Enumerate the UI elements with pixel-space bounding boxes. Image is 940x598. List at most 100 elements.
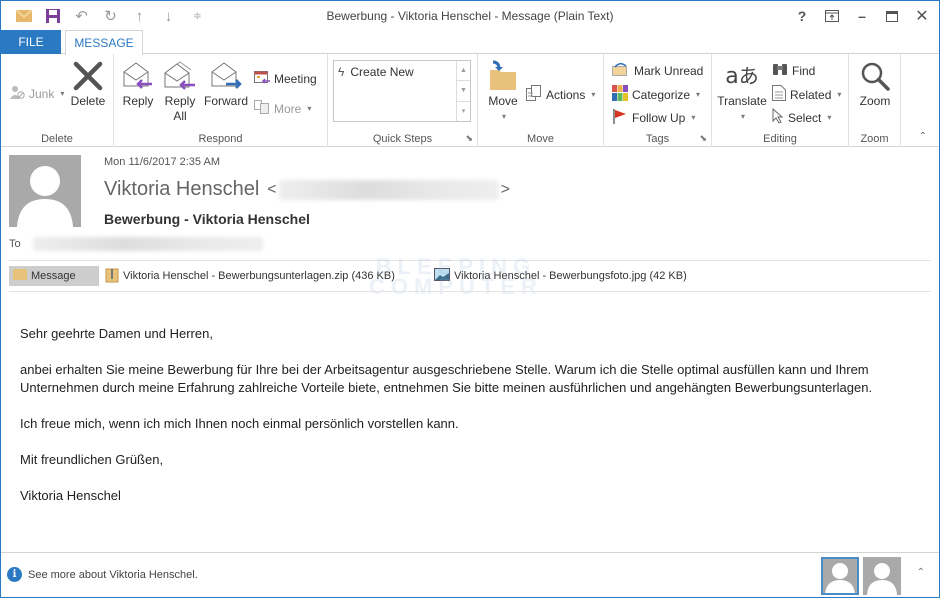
meeting-icon [254, 70, 270, 87]
person-avatar[interactable] [821, 557, 859, 595]
create-new-label: Create New [350, 65, 414, 79]
select-button[interactable]: Select ▾ [772, 107, 832, 127]
minimize-icon[interactable]: – [847, 4, 877, 28]
scroll-up-icon[interactable]: ▲ [457, 61, 470, 82]
move-button[interactable]: Move ▾ [484, 58, 522, 124]
flag-icon [612, 108, 628, 127]
maximize-icon[interactable] [877, 4, 907, 28]
sender-avatar[interactable] [9, 155, 81, 227]
to-row: To [9, 237, 263, 251]
person-avatar[interactable] [863, 557, 901, 595]
see-more-link[interactable]: i See more about Viktoria Henschel. [7, 567, 198, 582]
actions-icon [526, 85, 542, 104]
reply-button[interactable]: Reply [120, 58, 156, 109]
group-label-tags: Tags [645, 133, 670, 145]
quick-access-toolbar: ↶ ↻ ↑ ↓ ≑ [9, 6, 212, 26]
attachment-message[interactable]: Message [9, 266, 99, 286]
chevron-down-icon: ▾ [696, 90, 701, 99]
actions-label: Actions [546, 87, 586, 102]
dialog-launcher-icon[interactable]: ⬊ [699, 133, 707, 144]
group-delete: Junk ▾ Delete Delete [1, 54, 114, 147]
body-paragraph: anbei erhalten Sie meine Bewerbung für I… [20, 362, 873, 395]
follow-up-button[interactable]: Follow Up ▾ [612, 108, 695, 127]
categorize-label: Categorize [632, 87, 691, 102]
reply-all-label-2: All [173, 109, 187, 123]
group-label-move: Move [527, 133, 554, 145]
group-move: Move ▾ Actions ▾ Move [478, 54, 604, 147]
find-button[interactable]: Find [772, 62, 815, 79]
meeting-button[interactable]: Meeting [254, 70, 317, 87]
sender-name: Viktoria Henschel [104, 178, 260, 200]
junk-icon [9, 84, 25, 103]
expand-people-pane-icon[interactable]: ⌃ [917, 567, 925, 578]
dialog-launcher-icon[interactable]: ⬊ [465, 133, 473, 144]
undo-icon[interactable]: ↶ [67, 6, 96, 26]
ribbon-display-options-icon[interactable] [817, 4, 847, 28]
forward-icon [210, 58, 242, 94]
to-label: To [9, 238, 21, 250]
more-label: More [274, 101, 302, 116]
expand-gallery-icon[interactable]: ▾ [457, 102, 470, 121]
outlook-message-window: ↶ ↻ ↑ ↓ ≑ Bewerbung - Viktoria Henschel … [0, 0, 940, 598]
translate-label: Translate [717, 94, 767, 108]
close-icon[interactable]: ✕ [907, 4, 937, 28]
reply-all-button[interactable]: Reply All [162, 58, 198, 124]
see-more-label: See more about Viktoria Henschel. [28, 568, 198, 581]
body-closing: Mit freundlichen Grüßen, [20, 452, 164, 467]
attachment-label: Viktoria Henschel - Bewerbungsunterlagen… [123, 270, 395, 282]
group-respond: Reply Reply All Forward Meeting More ▾ R… [114, 54, 328, 147]
down-arrow-icon[interactable]: ↓ [154, 6, 183, 26]
mark-unread-icon [612, 62, 630, 79]
mark-unread-button[interactable]: Mark Unread [612, 62, 703, 79]
message-body[interactable]: Sehr geehrte Damen und Herren, anbei erh… [20, 325, 900, 523]
save-icon[interactable] [38, 6, 67, 26]
group-label-zoom: Zoom [860, 133, 889, 145]
zoom-button[interactable]: Zoom [855, 58, 895, 109]
mail-icon[interactable] [9, 6, 38, 26]
customize-toolbar-icon[interactable]: ≑ [183, 6, 212, 26]
quick-steps-scrollbar[interactable]: ▲ ▼ ▾ [456, 61, 470, 121]
actions-button[interactable]: Actions ▾ [526, 85, 595, 104]
group-zoom: Zoom Zoom [849, 54, 901, 147]
sender[interactable]: Viktoria Henschel < > [104, 178, 510, 201]
people-pane: i See more about Viktoria Henschel. ⌃ [1, 552, 939, 597]
sent-date: Mon 11/6/2017 2:35 AM [104, 156, 220, 168]
more-respond-button[interactable]: More ▾ [254, 100, 311, 117]
group-tags: Mark Unread Categorize ▾ Follow Up ▾ Tag… [604, 54, 712, 147]
group-editing: aあ Translate ▾ Find Related ▾ Select ▾ E… [712, 54, 849, 147]
junk-button[interactable]: Junk ▾ [9, 84, 64, 103]
translate-button[interactable]: aあ Translate ▾ [716, 58, 768, 124]
reply-icon [122, 58, 154, 94]
tab-file[interactable]: FILE [1, 30, 61, 54]
attachments-divider [9, 291, 931, 292]
attachment-zip[interactable]: Viktoria Henschel - Bewerbungsunterlagen… [105, 266, 395, 286]
chevron-down-icon: ▾ [307, 104, 312, 113]
image-file-icon [434, 268, 450, 284]
up-arrow-icon[interactable]: ↑ [125, 6, 154, 26]
redo-icon[interactable]: ↻ [96, 6, 125, 26]
related-button[interactable]: Related ▾ [772, 85, 841, 104]
forward-button[interactable]: Forward [202, 58, 250, 109]
zip-folder-icon [105, 267, 119, 286]
scroll-down-icon[interactable]: ▼ [457, 81, 470, 102]
delete-label: Delete [70, 94, 106, 108]
attachment-image[interactable]: Viktoria Henschel - Bewerbungsfoto.jpg (… [434, 266, 687, 286]
window-controls: ? – ✕ [787, 4, 937, 28]
help-icon[interactable]: ? [787, 4, 817, 28]
junk-label: Junk [29, 86, 55, 101]
reply-label: Reply [122, 94, 154, 108]
tab-message[interactable]: MESSAGE [65, 30, 143, 55]
chevron-down-icon: ▾ [691, 113, 696, 122]
delete-button[interactable]: Delete [69, 58, 107, 109]
group-label-respond: Respond [198, 133, 243, 145]
quick-step-create-new[interactable]: ϟ Create New [338, 65, 414, 79]
recipient-redacted[interactable] [32, 237, 263, 251]
meeting-label: Meeting [274, 71, 317, 86]
categorize-button[interactable]: Categorize ▾ [612, 85, 700, 104]
attachment-label: Viktoria Henschel - Bewerbungsfoto.jpg (… [454, 270, 687, 282]
chevron-down-icon: ▾ [827, 113, 832, 122]
find-label: Find [792, 63, 816, 78]
collapse-ribbon-icon[interactable]: ⌃ [919, 131, 927, 142]
group-label-quick-steps: Quick Steps [372, 133, 433, 145]
reply-all-icon [163, 58, 197, 94]
